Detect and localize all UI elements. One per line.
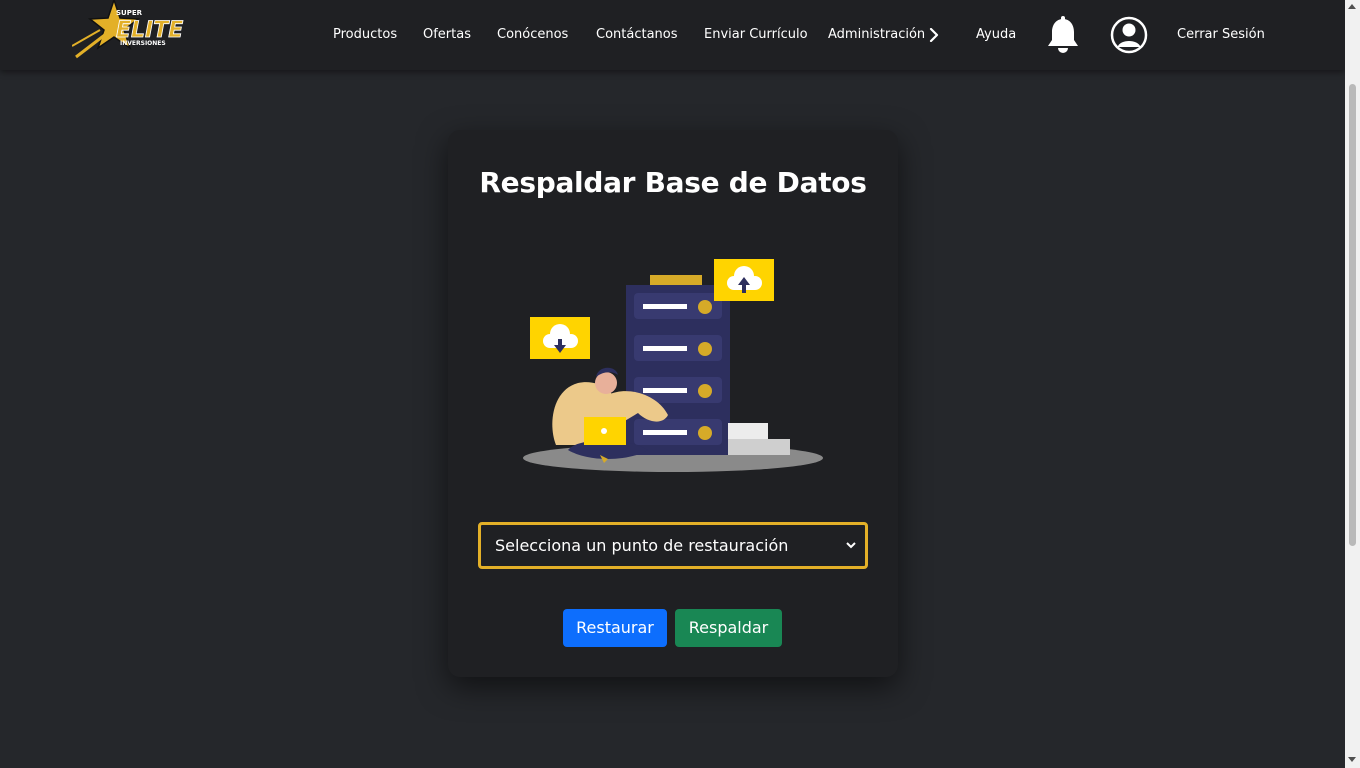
user-circle-icon[interactable]: [1110, 16, 1148, 54]
cloud-upload-icon: [714, 259, 774, 301]
nav-contactanos[interactable]: Contáctanos: [596, 26, 678, 44]
nav-ofertas[interactable]: Ofertas: [423, 26, 471, 44]
chevron-right-icon[interactable]: [929, 28, 939, 42]
backup-button[interactable]: Respaldar: [675, 609, 782, 647]
super-elite-logo[interactable]: SUPER ELITE INVERSIONES: [72, 0, 206, 60]
nav-enviar-curriculo[interactable]: Enviar Currículo: [704, 26, 808, 44]
cloud-download-icon: [530, 317, 590, 359]
logout-link[interactable]: Cerrar Sesión: [1177, 26, 1265, 44]
scroll-up-arrow-icon[interactable]: [1348, 4, 1356, 9]
restore-point-selected-value: Selecciona un punto de restauración: [495, 536, 789, 555]
chevron-down-icon: [846, 542, 856, 549]
scrollbar-thumb[interactable]: [1349, 84, 1356, 546]
top-navbar: SUPER ELITE INVERSIONES Productos Oferta…: [0, 0, 1345, 70]
svg-text:SUPER: SUPER: [116, 9, 143, 17]
svg-text:INVERSIONES: INVERSIONES: [120, 40, 166, 47]
restore-button[interactable]: Restaurar: [563, 609, 667, 647]
nav-conocenos[interactable]: Conócenos: [497, 26, 568, 44]
scroll-down-arrow-icon[interactable]: [1348, 757, 1356, 762]
page-title: Respaldar Base de Datos: [479, 166, 867, 199]
backup-illustration: [523, 259, 823, 472]
server-icon: [626, 275, 730, 455]
backup-card: Respaldar Base de Datos Selecciona un pu…: [448, 130, 898, 677]
restore-point-select[interactable]: Selecciona un punto de restauración: [478, 522, 868, 569]
nav-productos[interactable]: Productos: [333, 26, 397, 44]
vertical-scrollbar[interactable]: [1345, 0, 1360, 768]
nav-ayuda[interactable]: Ayuda: [976, 26, 1016, 44]
bell-icon[interactable]: [1046, 16, 1080, 54]
nav-administracion[interactable]: Administración: [828, 26, 925, 44]
